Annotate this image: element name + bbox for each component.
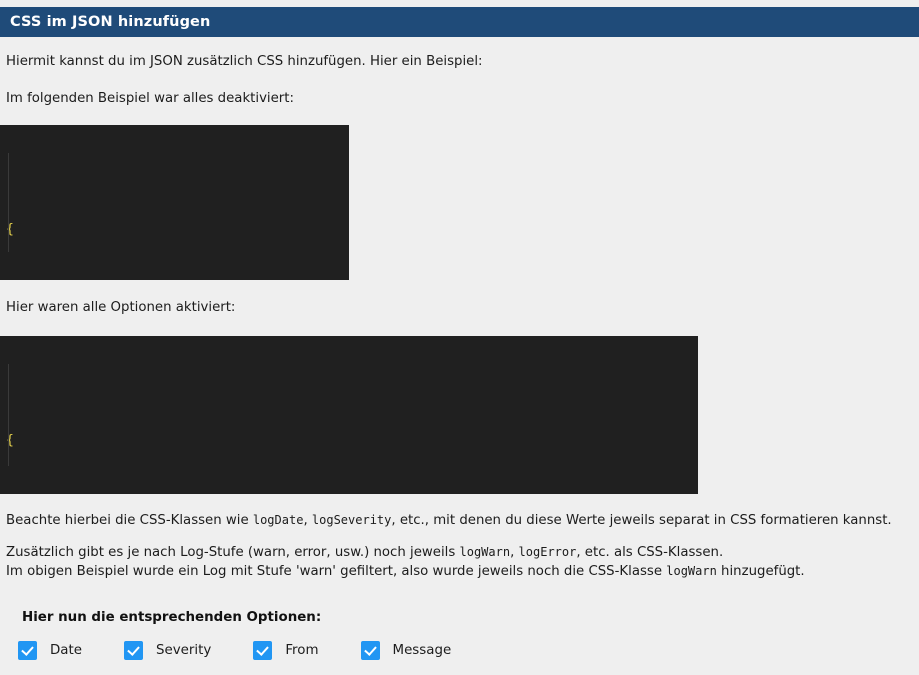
note-text: Beachte hierbei die CSS-Klassen wie [6,512,253,528]
note-text: , [303,512,312,528]
code-logseverity: logSeverity [311,512,392,527]
note-text: Zusätzlich gibt es je nach Log-Stufe (wa… [6,544,460,560]
header-bar: CSS im JSON hinzufügen [0,7,919,37]
code-logwarn: logWarn [666,563,717,578]
code-line-open-brace: { [0,219,349,241]
note-text: hinzugefügt. [716,563,805,579]
disabled-example-label: Im folgenden Beispiel war alles deaktivi… [6,90,294,106]
checkbox-label-date[interactable]: Date [50,643,82,658]
code-block-disabled: { date: "Heute 18:48", severity: "warn",… [0,124,349,280]
options-title: Hier nun die entsprechenden Optionen: [22,610,322,625]
code-logdate: logDate [252,512,304,527]
enabled-example-label: Hier waren alle Optionen aktiviert: [6,299,236,315]
checkbox-label-severity[interactable]: Severity [156,643,211,658]
checkmark-icon[interactable] [18,641,37,660]
code-line-open-brace: { [0,430,698,452]
checkmark-icon[interactable] [124,641,144,660]
note-css-classes: Beachte hierbei die CSS-Klassen wie logD… [0,512,919,531]
checkbox-label-message[interactable]: Message [393,643,452,658]
checkmark-icon[interactable] [360,641,380,660]
code-block-enabled: { date: "<span class='logWarn logDate'>H… [0,335,698,494]
checkbox-item-date[interactable]: Date [18,641,82,660]
note-text: , etc. als CSS-Klassen. [576,544,724,560]
checkbox-row: Date Severity From Message [0,641,919,660]
note-log-levels: Zusätzlich gibt es je nach Log-Stufe (wa… [0,544,919,563]
page-root: CSS im JSON hinzufügen Hiermit kannst du… [0,0,919,675]
checkbox-item-from[interactable]: From [253,641,319,660]
notes-section: Beachte hierbei die CSS-Klassen wie logD… [0,512,919,582]
checkbox-item-severity[interactable]: Severity [124,641,211,660]
indent-guide [8,363,9,466]
note-text: Im obigen Beispiel wurde ein Log mit Stu… [6,563,667,579]
main-content: Hiermit kannst du im JSON zusätzlich CSS… [0,37,919,581]
note-filter-example: Im obigen Beispiel wurde ein Log mit Stu… [0,563,919,582]
page-title: CSS im JSON hinzufügen [10,14,211,30]
code-logerror: logError [518,544,577,559]
note-text: , etc., mit denen du diese Werte jeweils… [391,512,892,528]
options-panel: Hier nun die entsprechenden Optionen: Da… [0,600,919,675]
note-spacer [0,531,919,544]
indent-guide [8,152,9,252]
note-text: , [510,544,519,560]
intro-paragraph: Hiermit kannst du im JSON zusätzlich CSS… [6,54,483,69]
checkbox-item-message[interactable]: Message [360,641,452,660]
code-logwarn: logWarn [459,544,511,559]
checkmark-icon[interactable] [253,641,273,660]
checkbox-label-from[interactable]: From [285,643,318,658]
